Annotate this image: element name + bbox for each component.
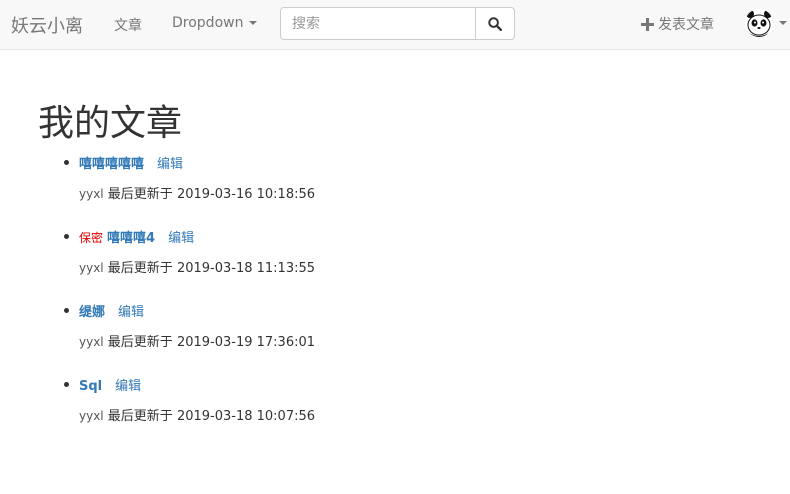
article-item: 保密 嘻嘻嘻4 编辑 yyxl 最后更新于 2019-03-18 11:13:55: [64, 227, 764, 301]
article-item: Sql 编辑 yyxl 最后更新于 2019-03-18 10:07:56: [64, 375, 764, 449]
nav-articles-link[interactable]: 文章: [114, 15, 142, 35]
page-title: 我的文章: [38, 103, 183, 144]
article-author: yyxl: [79, 261, 104, 275]
updated-prefix: 最后更新于: [107, 335, 173, 350]
edit-link[interactable]: 编辑: [115, 379, 141, 394]
search-icon: [488, 16, 502, 31]
article-title-link[interactable]: 嘻嘻嘻4: [107, 231, 155, 246]
article-title-link[interactable]: Sql: [79, 379, 102, 394]
article-title-link[interactable]: 缇娜: [79, 305, 105, 320]
updated-prefix: 最后更新于: [107, 261, 173, 276]
nav-dropdown-toggle[interactable]: Dropdown: [172, 15, 258, 31]
search-button[interactable]: [475, 7, 515, 40]
dropdown-label: Dropdown: [172, 15, 244, 31]
article-title-line: 缇娜 编辑: [79, 301, 144, 320]
article-item: 缇娜 编辑 yyxl 最后更新于 2019-03-19 17:36:01: [64, 301, 764, 375]
article-meta: yyxl 最后更新于 2019-03-19 17:36:01: [79, 331, 315, 350]
brand-logo[interactable]: 妖云小离: [11, 12, 83, 38]
search-input[interactable]: [280, 7, 476, 40]
updated-timestamp: 2019-03-19 17:36:01: [176, 335, 316, 350]
updated-timestamp: 2019-03-16 10:18:56: [176, 187, 316, 202]
article-author: yyxl: [79, 335, 104, 349]
article-meta: yyxl 最后更新于 2019-03-18 10:07:56: [79, 405, 315, 424]
avatar: [745, 9, 773, 37]
article-list: 嘻嘻嘻嘻嘻 编辑 yyxl 最后更新于 2019-03-16 10:18:56 保…: [64, 153, 764, 449]
updated-prefix: 最后更新于: [107, 409, 173, 424]
updated-prefix: 最后更新于: [107, 187, 173, 202]
updated-timestamp: 2019-03-18 10:07:56: [176, 409, 316, 424]
plus-icon: [641, 17, 654, 31]
list-bullet: [64, 160, 69, 165]
edit-link[interactable]: 编辑: [157, 157, 183, 172]
user-caret-down-icon: [779, 21, 787, 25]
publish-article-link[interactable]: 发表文章: [641, 14, 714, 34]
list-bullet: [64, 234, 69, 239]
panda-avatar-icon: [745, 9, 773, 37]
caret-down-icon: [249, 21, 258, 25]
article-title-line: 保密 嘻嘻嘻4 编辑: [79, 227, 194, 246]
article-author: yyxl: [79, 409, 104, 423]
list-bullet: [64, 382, 69, 387]
article-author: yyxl: [79, 187, 104, 201]
secret-badge: 保密: [79, 231, 104, 245]
list-bullet: [64, 308, 69, 313]
user-menu-toggle[interactable]: [745, 9, 787, 37]
article-title-line: Sql 编辑: [79, 375, 141, 394]
article-item: 嘻嘻嘻嘻嘻 编辑 yyxl 最后更新于 2019-03-16 10:18:56: [64, 153, 764, 227]
edit-link[interactable]: 编辑: [118, 305, 144, 320]
updated-timestamp: 2019-03-18 11:13:55: [176, 261, 316, 276]
publish-label: 发表文章: [658, 17, 714, 33]
article-title-link[interactable]: 嘻嘻嘻嘻嘻: [79, 157, 144, 172]
article-meta: yyxl 最后更新于 2019-03-16 10:18:56: [79, 183, 315, 202]
top-navbar: 妖云小离 文章 Dropdown 发表文章: [0, 0, 790, 50]
article-meta: yyxl 最后更新于 2019-03-18 11:13:55: [79, 257, 315, 276]
article-title-line: 嘻嘻嘻嘻嘻 编辑: [79, 153, 183, 172]
edit-link[interactable]: 编辑: [168, 231, 194, 246]
